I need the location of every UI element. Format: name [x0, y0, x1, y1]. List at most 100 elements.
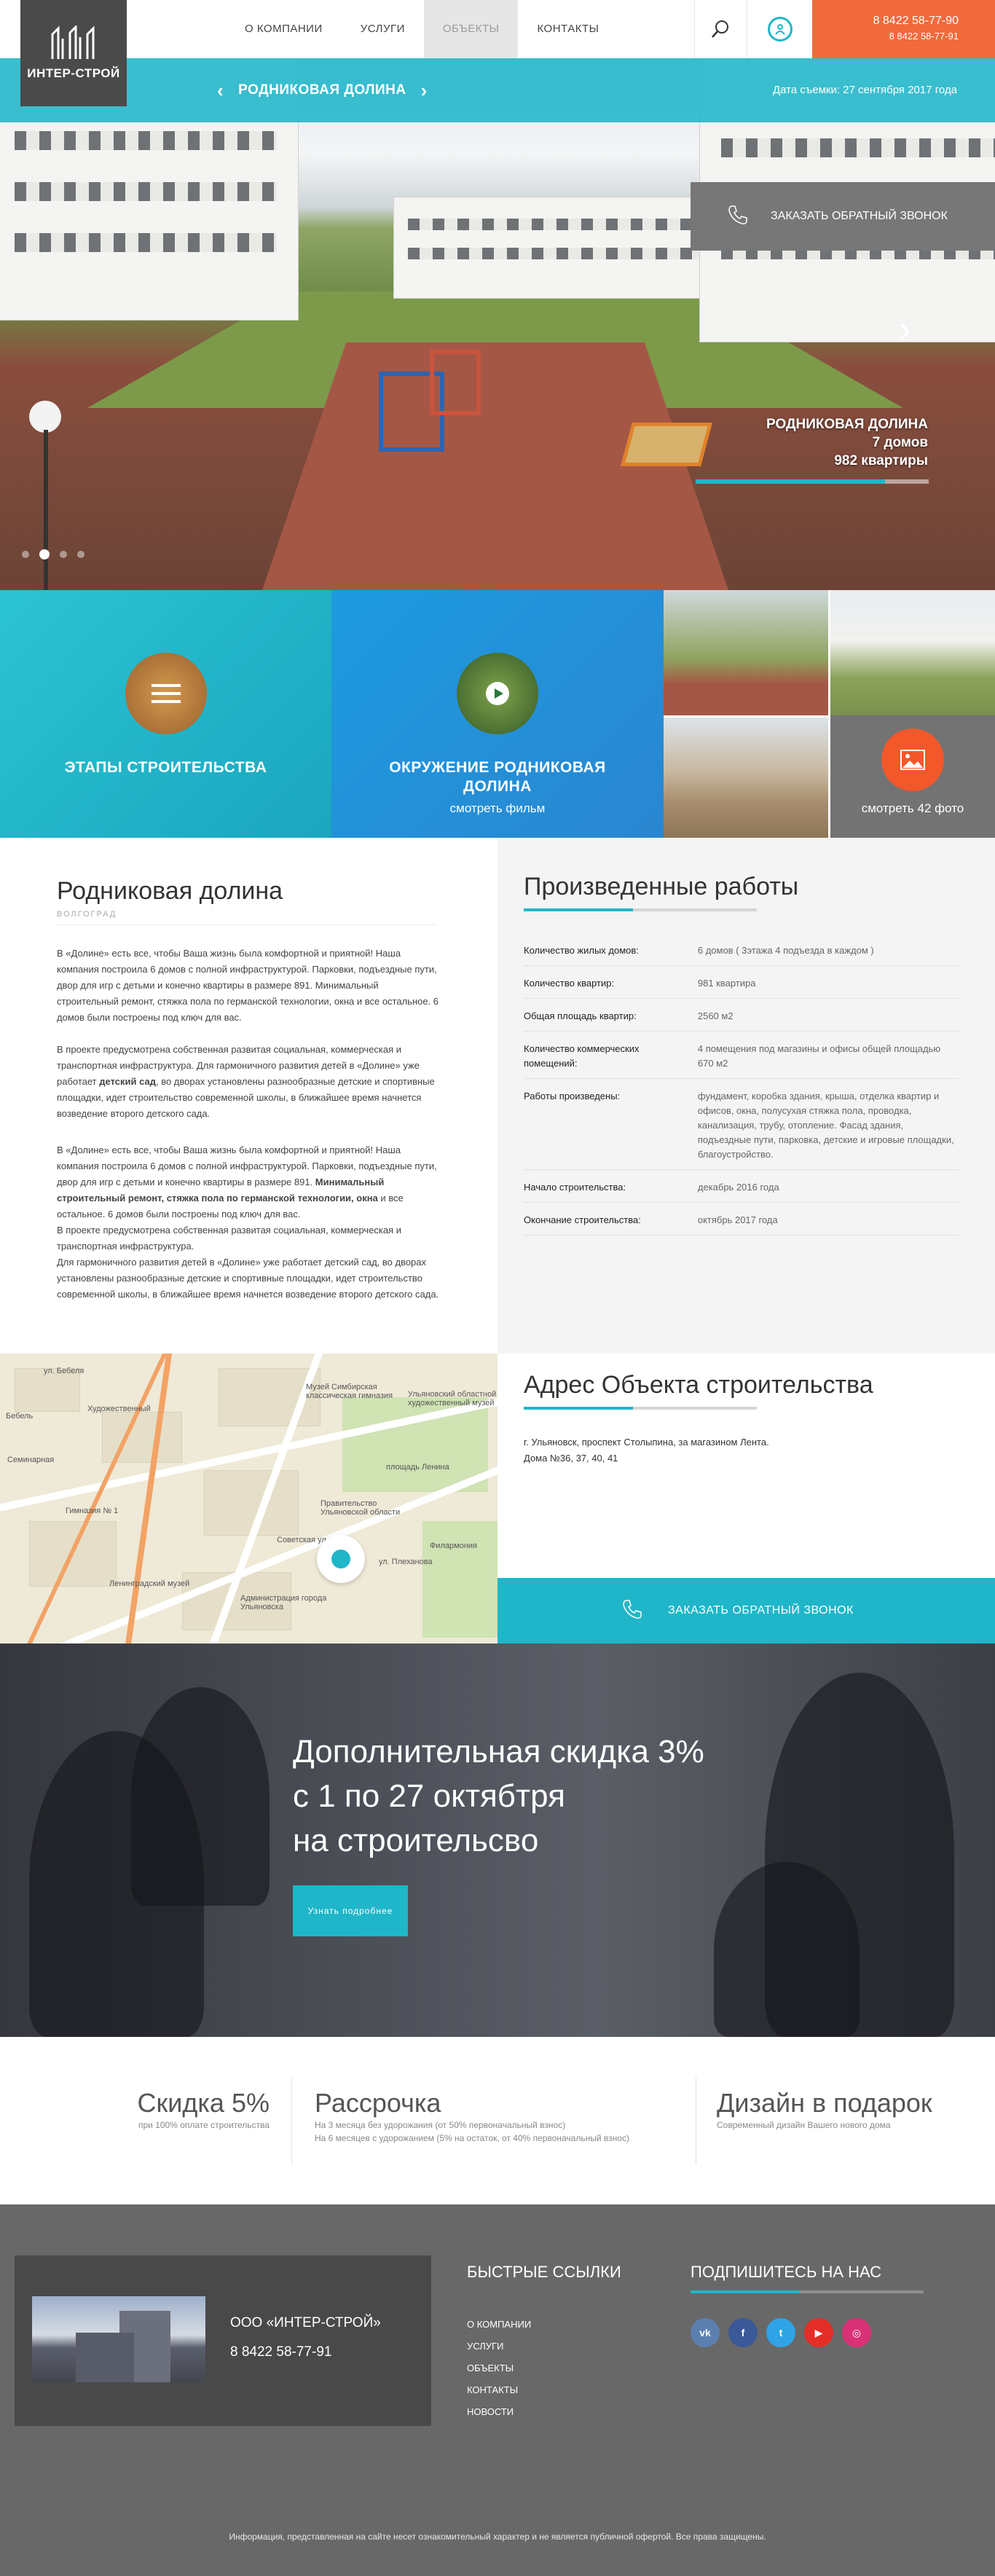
image-icon — [881, 729, 944, 791]
map-label: ул. Плеханова — [379, 1558, 433, 1566]
footer-link-about[interactable]: О КОМПАНИИ — [467, 2314, 621, 2336]
vk-icon[interactable]: vk — [691, 2318, 720, 2347]
description-paragraph-3: В «Долине» есть все, чтобы Ваша жизнь бы… — [57, 1144, 439, 1300]
tile-stages[interactable]: ЭТАПЫ СТРОИТЕЛЬСТВА — [0, 590, 331, 838]
instagram-icon[interactable]: ◎ — [842, 2318, 871, 2347]
tile-stages-label: ЭТАПЫ СТРОИТЕЛЬСТВА — [64, 759, 267, 776]
logo-building-icon — [48, 24, 99, 60]
location-map[interactable]: ул. Бебеля Художественный Музей Симбирская… — [0, 1354, 498, 1644]
description-paragraph-1: В «Долине» есть все, чтобы Ваша жизнь бы… — [57, 948, 439, 1023]
address-heading: Адрес Объекта строительства — [524, 1371, 873, 1399]
search-icon — [711, 20, 728, 38]
works-row: Количество квартир: 981 квартира — [524, 966, 959, 999]
works-row: Начало строительства: декабрь 2016 года — [524, 1170, 959, 1203]
map-label: площадь Ленина — [386, 1463, 449, 1472]
hero-caption: РОДНИКОВАЯ ДОЛИНА 7 домов 982 квартиры — [766, 415, 928, 470]
company-building-photo — [32, 2296, 205, 2382]
footer-link-news[interactable]: НОВОСТИ — [467, 2401, 621, 2423]
tile-environment-title-1: ОКРУЖЕНИЕ РОДНИКОВАЯ — [389, 759, 606, 776]
slider-dot-active[interactable] — [39, 549, 50, 559]
works-row-label: Общая площадь квартир: — [524, 1010, 637, 1021]
main-nav: О КОМПАНИИ УСЛУГИ ОБЪЕКТЫ КОНТАКТЫ — [226, 0, 618, 58]
works-row: Общая площадь квартир: 2560 м2 — [524, 999, 959, 1032]
slider-dot[interactable] — [22, 551, 29, 558]
footer-callback-button[interactable]: ЗАКАЗАТЬ ОБРАТНЫЙ ЗВОНОК — [691, 182, 995, 251]
works-table: Произведенные работы Количество жилых до… — [498, 838, 995, 1354]
search-button[interactable] — [694, 0, 745, 58]
map-label: Правительство Ульяновской области — [320, 1499, 401, 1517]
object-title: РОДНИКОВАЯ ДОЛИНА — [238, 82, 406, 98]
description-paragraph-2: В проекте предусмотрена собственная разв… — [57, 1044, 435, 1119]
callback-button[interactable]: ЗАКАЗАТЬ ОБРАТНЫЙ ЗВОНОК — [498, 1578, 995, 1644]
promo-details-button[interactable]: Узнать подробнее — [293, 1885, 408, 1936]
works-row-label: Работы произведены: — [524, 1091, 621, 1102]
footer-link-objects[interactable]: ОБЪЕКТЫ — [467, 2357, 621, 2379]
slider-dot[interactable] — [60, 551, 67, 558]
nav-item-objects[interactable]: ОБЪЕКТЫ — [423, 0, 519, 58]
quick-links: БЫСТРЫЕ ССЫЛКИ О КОМПАНИИ УСЛУГИ ОБЪЕКТЫ… — [467, 2263, 621, 2423]
object-switcher-bar: ‹ РОДНИКОВАЯ ДОЛИНА › Дата съемки: 27 се… — [0, 58, 995, 122]
view-photos-button[interactable]: смотреть 42 фото — [830, 715, 995, 838]
map-label: Музей Симбирская классическая гимназия — [306, 1383, 393, 1400]
slider-dot[interactable] — [77, 551, 84, 558]
view-photos-label: смотреть 42 фото — [861, 801, 964, 815]
map-pin-icon[interactable] — [317, 1535, 365, 1583]
works-row-value: фундамент, коробка здания, крыша, отделк… — [697, 1091, 954, 1160]
benefits-strip: Скидка 5% при 100% оплате строительства … — [0, 2037, 995, 2204]
play-icon — [457, 653, 538, 734]
footer-link-services[interactable]: УСЛУГИ — [467, 2336, 621, 2357]
map-label: Ленинградский музей — [109, 1579, 190, 1588]
address-block: Адрес Объекта строительства г. Ульяновск… — [498, 1354, 995, 1578]
subscribe-title: ПОДПИШИТЕСЬ НА НАС — [691, 2263, 882, 2281]
slider-dots — [22, 549, 84, 559]
phone-primary[interactable]: 8 8422 58-77-90 — [812, 15, 959, 28]
map-label: Ульяновский областной художественный муз… — [408, 1390, 497, 1407]
heading-underline — [524, 1407, 757, 1410]
map-label: ул. Бебеля — [44, 1367, 84, 1375]
hero-caption-title: РОДНИКОВАЯ ДОЛИНА — [766, 417, 928, 432]
promo-heading: Дополнительная скидка 3% с 1 по 27 октяб… — [293, 1734, 704, 1858]
map-label: Филармония — [430, 1542, 478, 1550]
logo-text: ИНТЕР-СТРОЙ — [27, 66, 120, 80]
company-name: ООО «ИНТЕР-СТРОЙ» — [230, 2315, 381, 2330]
works-row-label: Количество квартир: — [524, 978, 615, 989]
menu-icon — [125, 653, 207, 734]
nav-item-contacts[interactable]: КОНТАКТЫ — [518, 0, 618, 58]
next-object-chevron-icon[interactable]: › — [421, 79, 428, 102]
works-row-label: Количество коммерческих помещений: — [524, 1043, 640, 1069]
heading-underline — [691, 2290, 924, 2293]
nav-item-about[interactable]: О КОМПАНИИ — [226, 0, 342, 58]
youtube-icon[interactable]: ▶ — [804, 2318, 833, 2347]
phone-icon — [727, 204, 749, 229]
hero-caption-flats: 982 квартиры — [834, 453, 928, 468]
map-label: Бебель — [6, 1412, 34, 1421]
works-row-label: Окончание строительства: — [524, 1214, 641, 1225]
callback-label: ЗАКАЗАТЬ ОБРАТНЫЙ ЗВОНОК — [668, 1604, 854, 1617]
user-icon — [767, 17, 793, 42]
site-logo[interactable]: ИНТЕР-СТРОЙ — [20, 0, 127, 106]
site-header: О КОМПАНИИ УСЛУГИ ОБЪЕКТЫ КОНТАКТЫ 8 842… — [0, 0, 995, 58]
footer-link-contacts[interactable]: КОНТАКТЫ — [467, 2379, 621, 2401]
prev-object-chevron-icon[interactable]: ‹ — [217, 79, 224, 102]
tile-environment[interactable]: ОКРУЖЕНИЕ РОДНИКОВАЯ ДОЛИНА смотреть фил… — [331, 590, 664, 838]
address-text: г. Ульяновск, проспект Столыпина, за маг… — [524, 1437, 769, 1464]
twitter-icon[interactable]: t — [766, 2318, 795, 2347]
account-button[interactable] — [747, 0, 812, 58]
phone-icon — [621, 1598, 643, 1624]
slider-next-arrow-icon[interactable]: › — [898, 306, 911, 351]
phone-secondary[interactable]: 8 8422 58-77-91 — [812, 31, 959, 42]
works-row: Окончание строительства: октябрь 2017 год… — [524, 1203, 959, 1236]
works-row-value: 2560 м2 — [697, 1010, 734, 1021]
facebook-icon[interactable]: f — [728, 2318, 758, 2347]
footer-callback-label: ЗАКАЗАТЬ ОБРАТНЫЙ ЗВОНОК — [771, 210, 948, 222]
footer-company-card: ООО «ИНТЕР-СТРОЙ» 8 8422 58-77-91 — [15, 2255, 431, 2426]
social-links: vk f t ▶ ◎ — [691, 2318, 953, 2347]
slide-progress-bar — [696, 479, 929, 484]
works-row-value: декабрь 2016 года — [697, 1182, 779, 1193]
works-row-value: 4 помещения под магазины и офисы общей п… — [697, 1043, 941, 1069]
works-row-value: 6 домов ( 3этажа 4 подъезда в каждом ) — [697, 945, 874, 956]
nav-item-services[interactable]: УСЛУГИ — [342, 0, 424, 58]
company-phone[interactable]: 8 8422 58-77-91 — [230, 2344, 331, 2360]
map-label: Художественный — [87, 1405, 151, 1413]
site-footer: ООО «ИНТЕР-СТРОЙ» 8 8422 58-77-91 БЫСТРЫ… — [0, 2204, 995, 2576]
